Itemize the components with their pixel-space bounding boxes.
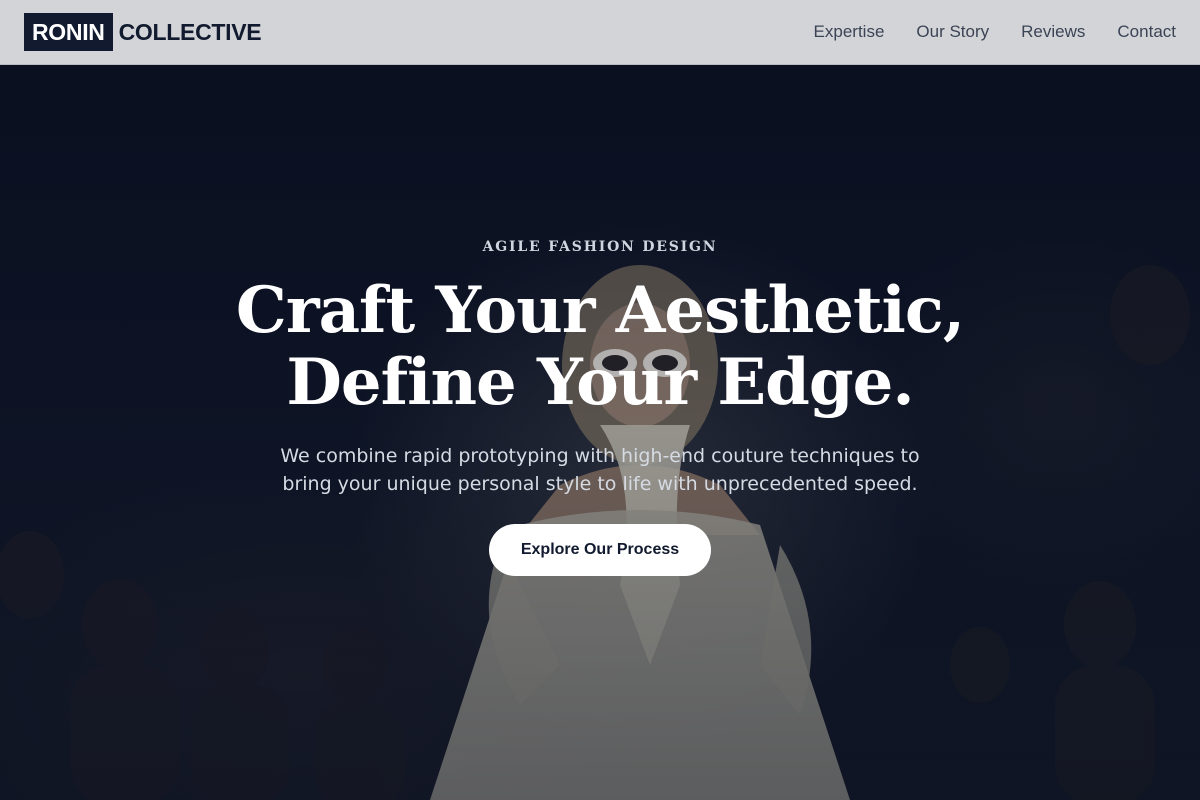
logo-secondary: COLLECTIVE [118,18,262,45]
hero-headline-line1: Craft Your Aesthetic, [235,273,965,348]
nav-link-our-story[interactable]: Our Story [916,22,989,42]
nav-link-reviews[interactable]: Reviews [1021,22,1085,42]
hero-section: AGILE FASHION DESIGN Craft Your Aestheti… [0,65,1200,800]
logo-primary: RONIN [24,13,113,51]
hero-subtext-line1: We combine rapid prototyping with high-e… [280,445,920,467]
hero-content: AGILE FASHION DESIGN Craft Your Aestheti… [0,65,1200,800]
hero-subtext-line2: bring your unique personal style to life… [282,473,918,495]
explore-process-button[interactable]: Explore Our Process [489,524,711,576]
logo[interactable]: RONIN COLLECTIVE [24,13,262,51]
main-nav: Expertise Our Story Reviews Contact [814,22,1176,42]
hero-headline: Craft Your Aesthetic, Define Your Edge. [0,275,1200,419]
nav-link-contact[interactable]: Contact [1117,22,1176,42]
hero-eyebrow: AGILE FASHION DESIGN [482,239,718,255]
hero-subtext: We combine rapid prototyping with high-e… [250,442,950,498]
hero-headline-line2: Define Your Edge. [286,345,914,420]
site-header: RONIN COLLECTIVE Expertise Our Story Rev… [0,0,1200,65]
nav-link-expertise[interactable]: Expertise [814,22,885,42]
